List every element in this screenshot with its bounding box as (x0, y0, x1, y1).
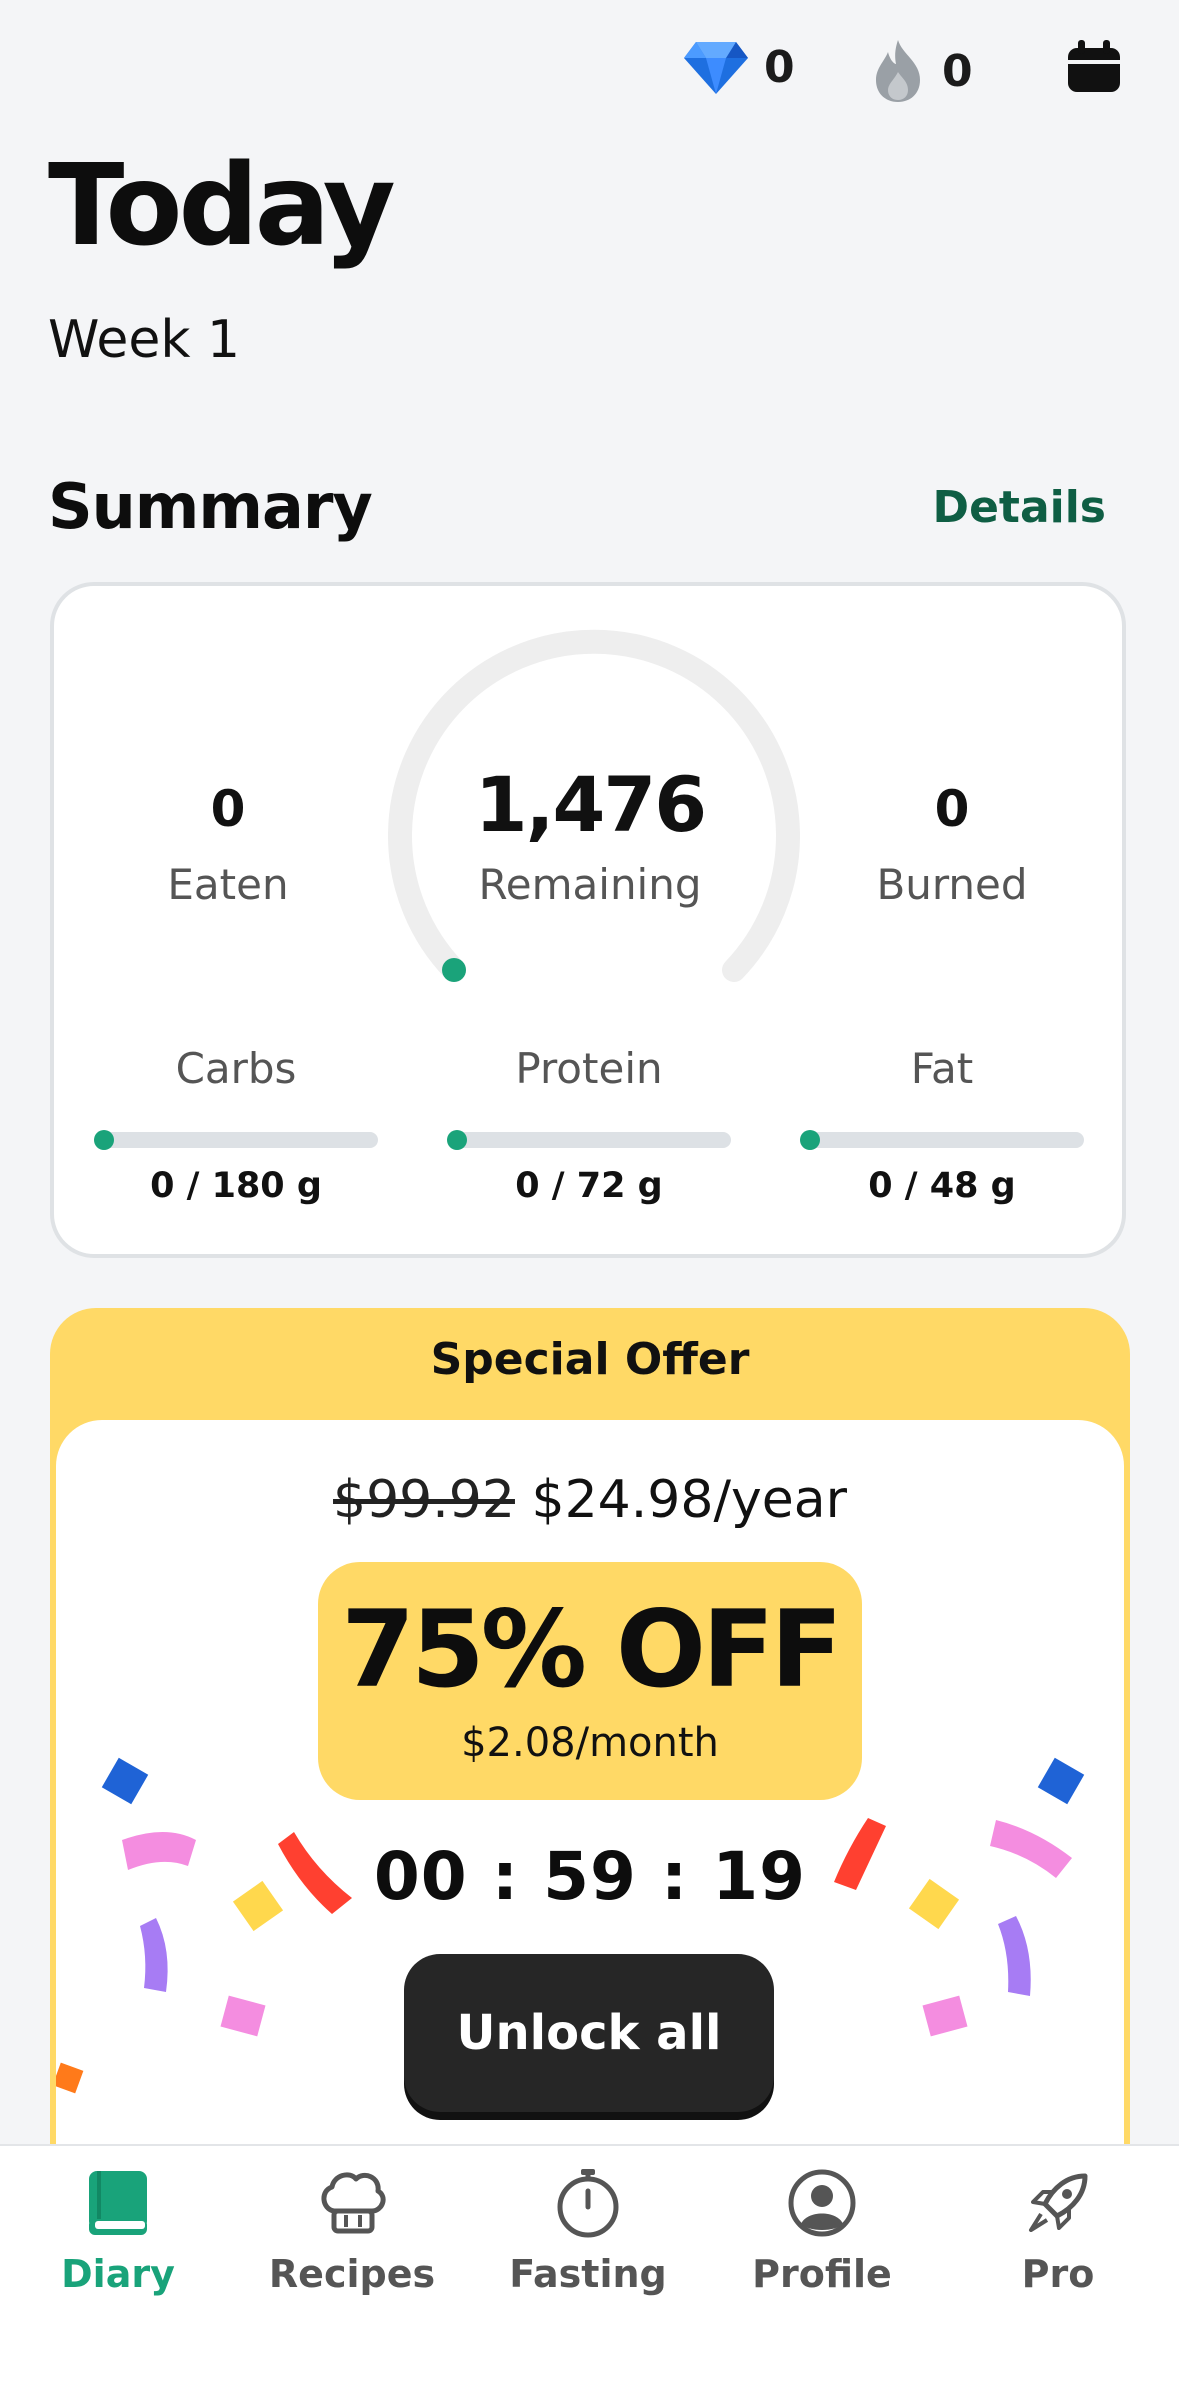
fat-label: Fat (910, 1044, 974, 1093)
streak-count: 0 (942, 45, 973, 97)
burned-label: Burned (876, 860, 1028, 909)
details-link[interactable]: Details (933, 482, 1106, 533)
bottom-tab-bar: Diary Recipes Fasting Profile Pro (0, 2144, 1179, 2398)
flame-icon (876, 40, 920, 102)
eaten-value: 0 (210, 780, 246, 838)
offer-title: Special Offer (430, 1334, 750, 1385)
user-circle-icon (788, 2169, 856, 2237)
page-title: Today (48, 141, 396, 271)
tab-diary[interactable]: Diary (18, 2160, 218, 2296)
tab-profile-label: Profile (752, 2252, 892, 2296)
tab-recipes[interactable]: Recipes (252, 2160, 452, 2296)
fat-bar (800, 1130, 1084, 1150)
carbs-bar (94, 1130, 378, 1150)
summary-title: Summary (48, 470, 373, 543)
week-label: Week 1 (48, 310, 241, 370)
tab-diary-label: Diary (61, 2252, 175, 2296)
confetti-decoration (56, 1757, 1085, 2094)
gems-counter[interactable]: 0 (682, 38, 795, 96)
gems-count: 0 (764, 41, 795, 93)
calorie-progress-dot (442, 958, 466, 982)
calendar-icon[interactable] (1066, 40, 1122, 94)
eaten-label: Eaten (167, 860, 289, 909)
offer-body: $99.92 $24.98/year 75% OFF $2.08/month 0… (56, 1420, 1124, 2208)
remaining-label: Remaining (478, 860, 702, 909)
tab-profile[interactable]: Profile (722, 2160, 922, 2296)
special-offer-card[interactable]: Special Offer $99.92 $24.98/year 75% OFF… (50, 1308, 1130, 2208)
stopwatch-icon (557, 2169, 619, 2238)
tab-pro-label: Pro (1021, 2252, 1095, 2296)
protein-value: 0 / 72 g (515, 1166, 663, 1206)
tab-recipes-label: Recipes (268, 2252, 436, 2296)
carbs-label: Carbs (175, 1044, 297, 1093)
summary-card[interactable]: 0 Eaten 1,476 Remaining 0 Burned Carbs 0… (50, 582, 1126, 1258)
gem-icon (684, 42, 748, 94)
chef-hat-icon (321, 2172, 386, 2234)
fat-value: 0 / 48 g (868, 1166, 1016, 1206)
carbs-value: 0 / 180 g (150, 1166, 322, 1206)
streak-counter[interactable]: 0 (868, 38, 973, 104)
tab-pro[interactable]: Pro (958, 2160, 1158, 2296)
rocket-icon (1029, 2173, 1088, 2232)
protein-label: Protein (515, 1044, 663, 1093)
burned-value: 0 (934, 780, 970, 838)
book-icon (89, 2171, 147, 2235)
protein-bar (447, 1130, 731, 1150)
tab-fasting[interactable]: Fasting (488, 2160, 688, 2296)
remaining-value: 1,476 (474, 760, 707, 849)
tab-fasting-label: Fasting (509, 2252, 667, 2296)
